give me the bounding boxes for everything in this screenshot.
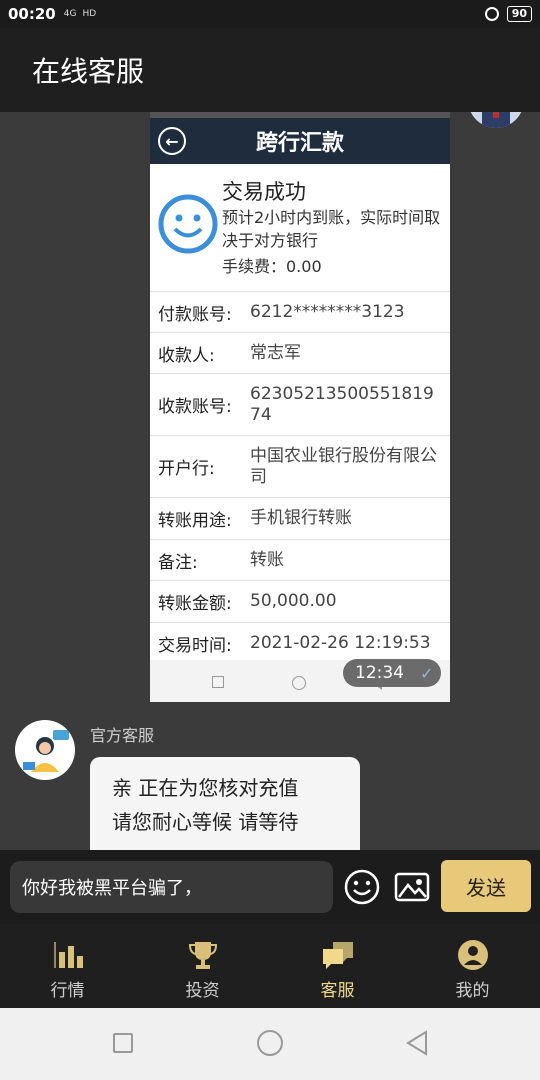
message-timestamp: 12:34 ✓ (343, 659, 441, 687)
user-avatar[interactable] (468, 112, 524, 128)
status-bar: 00:20 4G HD 90 (0, 0, 540, 28)
chat-area[interactable]: ← 跨行汇款 交易成功 预计2小时内到账，实际时间取决于对方银行 手续费：0.0… (0, 112, 540, 850)
tab-label: 投资 (185, 981, 220, 1001)
detail-label: 付款账号: (158, 304, 232, 325)
detail-label: 转账金额: (158, 594, 232, 614)
detail-row: 转账用途: 手机银行转账 (150, 498, 450, 540)
tab-label: 我的 (455, 981, 490, 1001)
battery-icon: 90 (506, 6, 532, 22)
fee-text: 手续费：0.00 (222, 257, 322, 276)
status-time: 00:20 (8, 5, 56, 23)
check-icon: ✓ (420, 663, 434, 683)
detail-row: 转账金额: 50,000.00 (150, 581, 450, 623)
circle-icon (292, 676, 306, 690)
detail-value: 常志军 (250, 342, 301, 363)
detail-row: 收款人: 常志军 (150, 333, 450, 374)
message-line: 亲 正在为您核对充值 (112, 776, 299, 800)
transfer-screenshot-image[interactable]: ← 跨行汇款 交易成功 预计2小时内到账，实际时间取决于对方银行 手续费：0.0… (150, 112, 450, 702)
detail-label: 收款账号: (158, 397, 232, 417)
detail-value: 50,000.00 (250, 591, 337, 611)
agent-avatar[interactable] (15, 720, 75, 780)
detail-label: 交易时间: (158, 635, 232, 656)
network-icon: HD (82, 9, 97, 19)
image-icon[interactable] (393, 868, 431, 906)
chat-bubbles-icon (322, 942, 353, 969)
app-bar: 在线客服 (0, 28, 540, 112)
message-line: 请您耐心等候 请等待 (112, 810, 299, 834)
screenshot-header: ← 跨行汇款 (150, 118, 450, 164)
tab-service[interactable]: 客服 (270, 924, 405, 1008)
detail-value: 2021-02-26 12:19:53 (250, 632, 431, 653)
emoji-icon[interactable] (343, 868, 381, 906)
user-icon (457, 940, 488, 970)
detail-label: 收款人: (158, 345, 215, 366)
tab-market[interactable]: 行情 (0, 924, 135, 1008)
agent-illustration-icon (23, 730, 69, 772)
detail-row: 付款账号: 6212********3123 (150, 292, 450, 333)
detail-value: 手机银行转账 (250, 508, 352, 528)
bar-chart-icon (53, 942, 83, 968)
detail-label: 开户行: (158, 459, 215, 479)
detail-value: 转账 (250, 549, 284, 570)
home-button[interactable] (257, 1030, 283, 1056)
message-input[interactable]: 你好我被黑平台骗了， (10, 861, 333, 913)
back-arrow-icon: ← (158, 127, 186, 155)
detail-value: 6212********3123 (250, 301, 405, 322)
bottom-tab-bar: 行情 投资 客服 我的 (0, 924, 540, 1008)
tab-me[interactable]: 我的 (405, 924, 540, 1008)
trophy-icon (188, 942, 217, 969)
success-description: 预计2小时内到账，实际时间取决于对方银行 (222, 208, 441, 250)
success-title: 交易成功 (222, 180, 306, 204)
send-button[interactable]: 发送 (441, 860, 531, 912)
success-panel: 交易成功 预计2小时内到账，实际时间取决于对方银行 手续费：0.00 (150, 164, 450, 292)
timestamp-text: 12:34 (355, 663, 404, 683)
recents-button[interactable] (113, 1033, 133, 1053)
detail-row: 备注: 转账 (150, 540, 450, 581)
alarm-icon (484, 7, 499, 21)
detail-label: 转账用途: (158, 511, 232, 531)
detail-row: 收款账号: 6230521350055181974 (150, 374, 450, 436)
detail-value: 中国农业银行股份有限公司 (250, 445, 437, 487)
detail-value: 6230521350055181974 (250, 383, 434, 425)
system-nav-bar (0, 1008, 540, 1080)
tab-invest[interactable]: 投资 (135, 924, 270, 1008)
smiley-icon (158, 194, 218, 254)
detail-label: 备注: (158, 552, 198, 573)
square-icon (212, 676, 224, 688)
detail-rows: 付款账号: 6212********3123 收款人: 常志军 收款账号: 62… (150, 292, 450, 664)
input-bar: 你好我被黑平台骗了， 发送 (0, 850, 540, 924)
agent-name: 官方客服 (90, 726, 155, 745)
agent-message-bubble[interactable]: 亲 正在为您核对充值 请您耐心等候 请等待 (90, 757, 360, 850)
page-title: 在线客服 (32, 55, 145, 88)
tab-label: 行情 (50, 981, 85, 1001)
tab-label: 客服 (320, 981, 355, 1001)
tie-shape (493, 112, 499, 118)
back-button[interactable] (404, 1029, 430, 1057)
detail-row: 交易时间: 2021-02-26 12:19:53 (150, 623, 450, 664)
signal-icon: 4G (63, 9, 77, 19)
screenshot-title: 跨行汇款 (255, 131, 344, 156)
detail-row: 开户行: 中国农业银行股份有限公司 (150, 436, 450, 498)
